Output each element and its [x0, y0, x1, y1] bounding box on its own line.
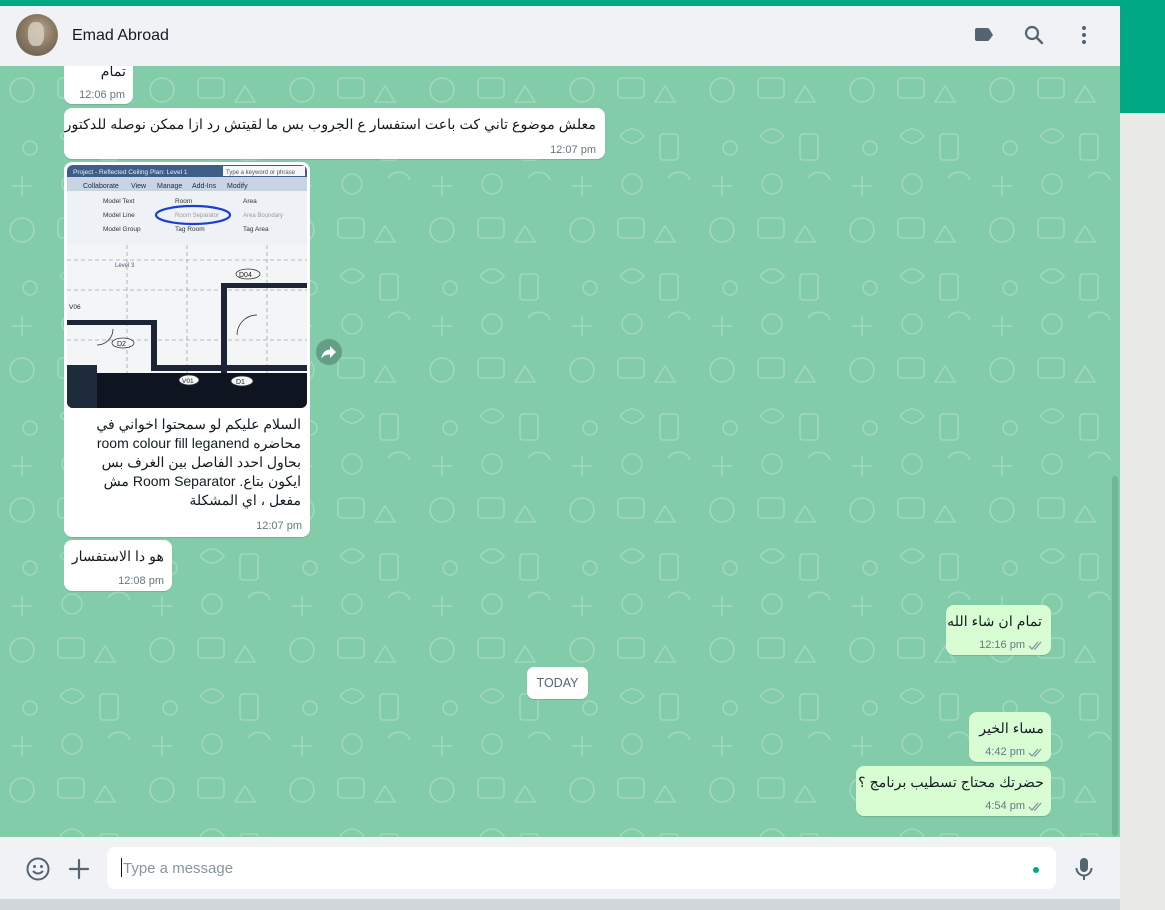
date-divider: TODAY [527, 667, 588, 699]
image-tool: Model Text [103, 198, 135, 205]
read-receipt-icon [1028, 802, 1042, 811]
image-tab: Manage [157, 183, 182, 190]
plan-label: Level 3 [115, 263, 135, 269]
plan-label: D04 [239, 272, 252, 279]
menu-icon[interactable] [1072, 23, 1096, 47]
caption-line: مفعل ، اي المشكلة [189, 492, 301, 508]
revit-screenshot-image: Project - Reflected Ceiling Plan: Level … [67, 165, 307, 408]
message-text: حضرتك محتاج تسطيب برنامج ؟ [858, 775, 1044, 791]
caption-line: محاضره room colour fill leganend [96, 435, 301, 451]
image-search-box: Type a keyword or phrase [226, 170, 296, 176]
image-tab: Modify [227, 183, 248, 190]
message-time: 12:06 pm [79, 89, 125, 101]
caption-line: بحاول احدد الفاصل بين الغرف بس [101, 454, 301, 470]
scrollbar[interactable] [1112, 476, 1118, 836]
chat-window: Emad Abroad تمام 12:06 pm معلش موضوع تان… [0, 6, 1120, 910]
chat-header: Emad Abroad [0, 6, 1120, 67]
message-text: تمام [100, 66, 126, 80]
forward-icon [321, 346, 336, 359]
label-icon[interactable] [972, 23, 996, 47]
message-time: 12:08 pm [118, 575, 164, 587]
image-caption: السلام عليكم لو سمحتوا اخواني في محاضره … [96, 415, 301, 510]
read-receipt-icon [1028, 641, 1042, 650]
message-bubble-outgoing[interactable]: تمام ان شاء الله 12:16 pm [946, 605, 1051, 655]
message-text: تمام ان شاء الله [947, 614, 1042, 630]
message-bubble-incoming[interactable]: تمام 12:06 pm [64, 66, 133, 104]
message-bubble-incoming[interactable]: هو دا الاستفسار 12:08 pm [64, 540, 172, 591]
message-list[interactable]: تمام 12:06 pm معلش موضوع تاني كت باعت اس… [0, 66, 1120, 837]
image-tab: View [131, 183, 147, 190]
image-tool: Model Line [103, 212, 135, 219]
plan-label: D1 [236, 379, 245, 386]
message-time: 12:16 pm [979, 639, 1025, 651]
message-input-placeholder: Type a message [123, 860, 234, 877]
message-time: 4:42 pm [985, 746, 1025, 758]
emoji-icon[interactable] [25, 856, 51, 882]
contact-name[interactable]: Emad Abroad [72, 27, 169, 45]
image-message-bubble[interactable]: Project - Reflected Ceiling Plan: Level … [64, 162, 310, 537]
attached-image[interactable]: Project - Reflected Ceiling Plan: Level … [67, 165, 307, 408]
plan-label: V01 [182, 378, 194, 385]
avatar[interactable] [16, 14, 58, 56]
caption-line: ايكون بتاع. Room Separator مش [103, 473, 301, 489]
plan-label: D2 [117, 341, 126, 348]
microphone-icon[interactable] [1072, 856, 1096, 882]
search-icon[interactable] [1022, 23, 1046, 47]
image-tool: Room Separator [175, 213, 219, 219]
message-bubble-outgoing[interactable]: حضرتك محتاج تسطيب برنامج ؟ 4:54 pm [856, 766, 1051, 816]
read-receipt-icon [1028, 748, 1042, 757]
image-tool: Model Group [103, 226, 141, 233]
message-text: هو دا الاستفسار [71, 549, 164, 565]
image-tool: Area Boundary [243, 213, 283, 219]
input-status-dot [1033, 867, 1039, 873]
message-time: 12:07 pm [550, 144, 596, 156]
message-time: 4:54 pm [985, 800, 1025, 812]
window-bottom-edge [0, 899, 1120, 910]
plan-label: V06 [69, 304, 81, 311]
image-title-bar: Project - Reflected Ceiling Plan: Level … [73, 169, 188, 176]
image-tool: Area [243, 198, 257, 205]
caption-line: السلام عليكم لو سمحتوا اخواني في [96, 416, 301, 432]
image-tab: Add-Ins [192, 183, 217, 190]
message-bubble-incoming[interactable]: معلش موضوع تاني كت باعت استفسار ع الجروب… [64, 108, 605, 159]
message-bubble-outgoing[interactable]: مساء الخير 4:42 pm [969, 712, 1051, 762]
window-edge-accent [1120, 6, 1165, 113]
image-tool: Tag Area [243, 226, 269, 233]
attach-plus-icon[interactable] [67, 857, 91, 881]
window-edge-background [1120, 113, 1165, 910]
message-time: 12:07 pm [256, 520, 302, 532]
image-tool: Tag Room [175, 226, 205, 233]
forward-button[interactable] [316, 339, 342, 365]
message-text: مساء الخير [979, 721, 1044, 737]
image-tool: Room [175, 198, 192, 205]
message-input[interactable]: Type a message [107, 847, 1056, 889]
composer-bar: Type a message [0, 837, 1120, 899]
message-text: معلش موضوع تاني كت باعت استفسار ع الجروب… [64, 117, 596, 133]
text-cursor [121, 858, 122, 877]
image-tab: Collaborate [83, 183, 119, 190]
